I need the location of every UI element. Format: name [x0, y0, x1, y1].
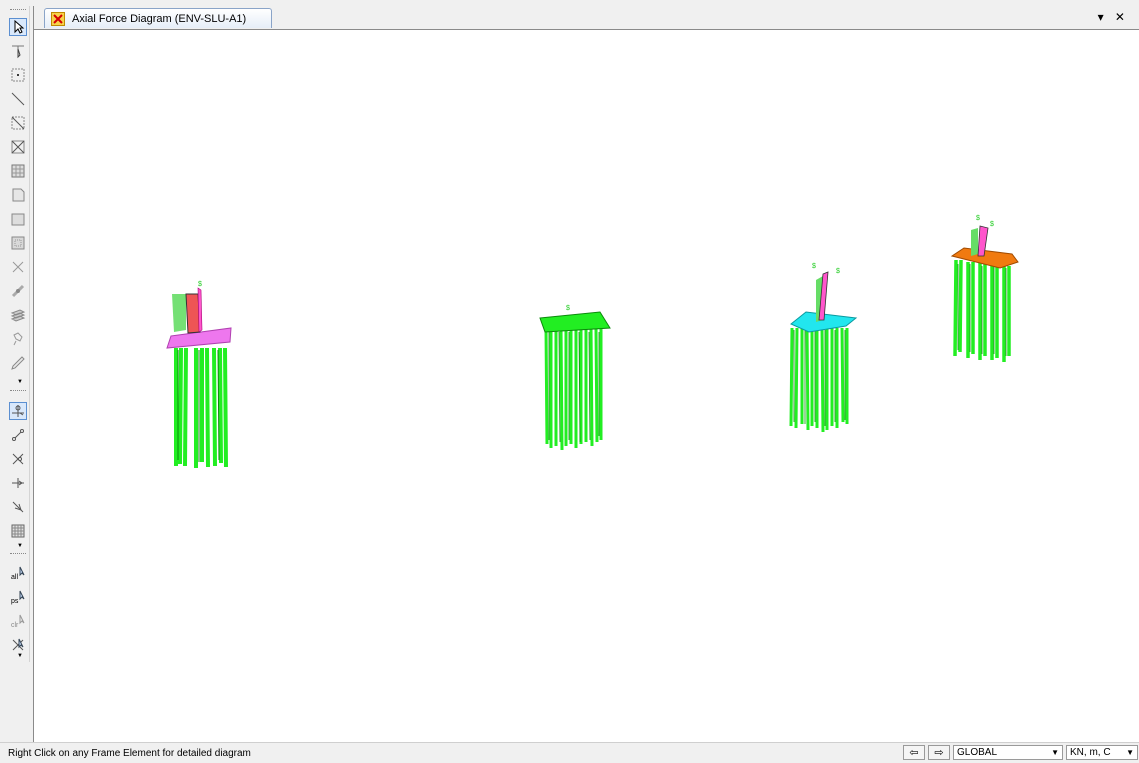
coordinate-system-dropdown[interactable]: GLOBAL ▼	[953, 745, 1063, 760]
tab-strip: Axial Force Diagram (ENV-SLU-A1) ▾ ✕	[34, 6, 1139, 30]
column-force-pink	[197, 287, 203, 333]
diagonal-icon[interactable]	[9, 498, 27, 516]
column-shadow	[172, 294, 186, 332]
joint-select-icon[interactable]	[9, 282, 27, 300]
link-icon[interactable]	[9, 330, 27, 348]
clear-icon[interactable]	[9, 258, 27, 276]
tab-title: Axial Force Diagram (ENV-SLU-A1)	[72, 12, 247, 25]
model-view-canvas[interactable]: $ $ $ $ $ $	[34, 30, 1139, 742]
panel-icon[interactable]	[9, 162, 27, 180]
reshape-icon[interactable]	[9, 42, 27, 60]
grid-view-icon[interactable]	[9, 522, 27, 540]
toolbar-grip[interactable]	[10, 9, 26, 12]
svg-text:$: $	[976, 215, 980, 222]
svg-text:clr: clr	[11, 622, 19, 629]
column-force-red	[185, 293, 201, 334]
status-message: Right Click on any Frame Element for det…	[8, 748, 251, 759]
svg-text:$: $	[990, 221, 994, 228]
previous-arrow-button[interactable]: ⇦	[903, 745, 925, 760]
more-tools-arrow-icon[interactable]: ▼	[17, 543, 23, 549]
window-select-icon[interactable]	[9, 114, 27, 132]
pile-group-3[interactable]: $ $	[789, 263, 858, 433]
pile-group-2[interactable]: $	[539, 305, 611, 451]
svg-text:all: all	[11, 574, 18, 581]
rectangle-icon[interactable]	[9, 210, 27, 228]
column-shadow	[971, 228, 978, 256]
tab-controls[interactable]: ▾ ✕	[1098, 10, 1129, 24]
status-bar: Right Click on any Frame Element for det…	[0, 742, 1139, 763]
line-icon[interactable]	[9, 90, 27, 108]
pencil-icon[interactable]	[9, 354, 27, 372]
toolbar-grip[interactable]	[10, 553, 26, 556]
diagram-icon	[51, 11, 65, 26]
more-tools-arrow-icon[interactable]: ▼	[17, 379, 23, 385]
pointer-select-icon[interactable]	[9, 18, 27, 36]
axial-force-diagram: $ $ $ $ $ $	[166, 215, 1019, 468]
units-value: KN, m, C	[1070, 747, 1111, 758]
arrow-right-icon: ⇨	[934, 747, 944, 759]
coordinate-system-value: GLOBAL	[957, 747, 998, 758]
side-toolbar: ▼ ▼ all ps clr ▼	[7, 6, 30, 662]
chevron-down-icon: ▼	[1051, 748, 1059, 757]
local-axes-icon[interactable]	[9, 402, 27, 420]
node-chain-icon[interactable]	[9, 426, 27, 444]
layer-icon[interactable]	[9, 306, 27, 324]
svg-text:ps: ps	[11, 598, 19, 605]
next-arrow-button[interactable]: ⇨	[928, 745, 950, 760]
previous-selection-icon[interactable]: ps	[9, 588, 27, 606]
pile-cap-green	[539, 311, 611, 333]
pile-group-1[interactable]: $	[166, 281, 232, 468]
units-dropdown[interactable]: KN, m, C ▼	[1066, 745, 1138, 760]
point-icon[interactable]	[9, 66, 27, 84]
pile-bundle	[544, 327, 603, 451]
pile-bundle	[789, 327, 849, 433]
pile-group-4[interactable]: $ $	[950, 215, 1019, 362]
invert-selection-icon[interactable]	[9, 636, 27, 654]
svg-text:$: $	[836, 268, 840, 275]
svg-text:$: $	[198, 281, 202, 288]
tab-axial-force-diagram[interactable]: Axial Force Diagram (ENV-SLU-A1)	[44, 8, 272, 28]
select-all-icon[interactable]: all	[9, 564, 27, 582]
svg-text:$: $	[566, 305, 570, 312]
toolbar-grip[interactable]	[10, 390, 26, 393]
arrow-left-icon: ⇦	[909, 747, 919, 759]
chevron-down-icon: ▼	[1126, 748, 1134, 757]
cross-icon[interactable]	[9, 450, 27, 468]
more-tools-arrow-icon[interactable]: ▼	[17, 653, 23, 659]
area-icon[interactable]	[9, 186, 27, 204]
grid-select-icon[interactable]	[9, 234, 27, 252]
intersect-icon[interactable]	[9, 138, 27, 156]
clear-selection-icon[interactable]: clr	[9, 612, 27, 630]
frame-snap-icon[interactable]	[9, 474, 27, 492]
svg-text:$: $	[812, 263, 816, 270]
